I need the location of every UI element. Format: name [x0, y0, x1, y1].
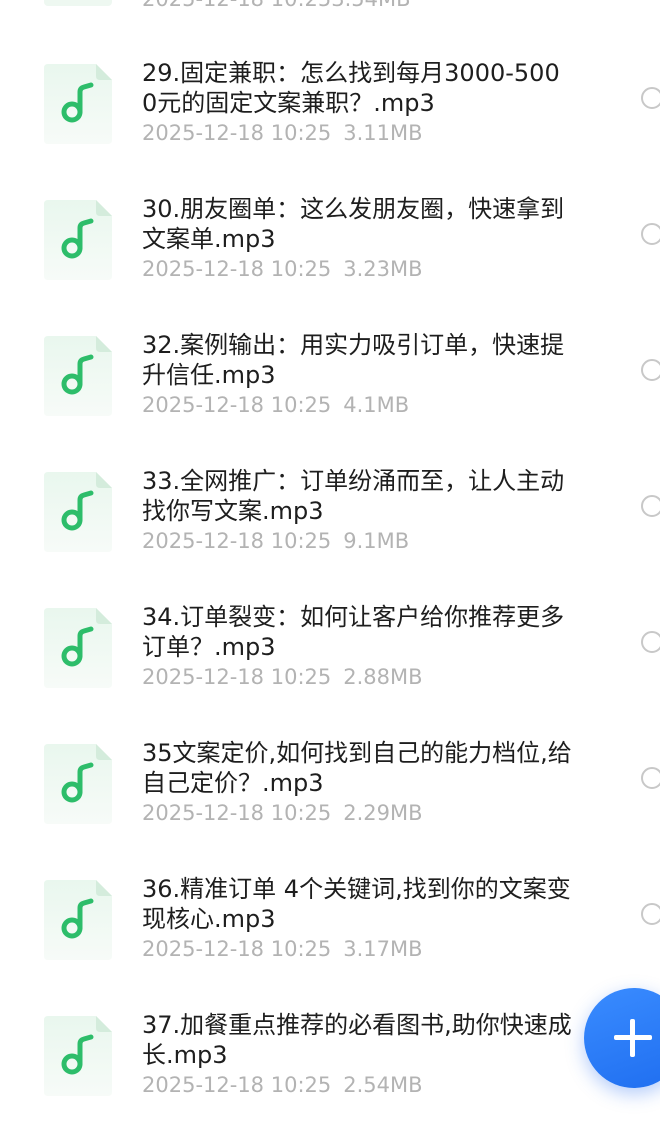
file-date: 2025-12-18 10:25 [142, 1073, 332, 1097]
music-file-icon [44, 64, 112, 144]
file-size: 3.11MB [343, 121, 423, 145]
file-row[interactable]: 36.精准订单 4个关键词,找到你的文案变现核心.mp3 2025-12-18 … [0, 875, 660, 1012]
file-name: 36.精准订单 4个关键词,找到你的文案变现核心.mp3 [142, 875, 571, 933]
music-file-icon [44, 744, 112, 824]
music-file-icon [44, 200, 112, 280]
file-row[interactable]: 30.朋友圈单：这么发朋友圈，快速拿到文案单.mp3 2025-12-18 10… [0, 195, 660, 332]
file-date: 2025-12-18 10:25 [142, 665, 332, 689]
select-radio[interactable] [641, 631, 660, 653]
file-meta: 2025-12-18 10:25 4.1MB [142, 392, 409, 418]
file-date: 2025-12-18 10:25 [142, 529, 332, 553]
file-name: 30.朋友圈单：这么发朋友圈，快速拿到文案单.mp3 [142, 195, 565, 253]
file-meta: 2025-12-18 10:25 3.23MB [142, 256, 423, 282]
file-size: 4.1MB [343, 393, 410, 417]
select-radio[interactable] [641, 87, 660, 109]
file-row[interactable]: 32.案例输出：用实力吸引订单，快速提升信任.mp3 2025-12-18 10… [0, 331, 660, 468]
select-radio[interactable] [641, 767, 660, 789]
music-file-icon [44, 0, 112, 6]
file-size: 3.54MB [331, 0, 410, 11]
file-meta: 2025-12-18 10:25 9.1MB [142, 528, 409, 554]
file-size: 9.1MB [343, 529, 410, 553]
select-radio[interactable] [641, 223, 660, 245]
file-name: 35文案定价,如何找到自己的能力档位,给自己定价？.mp3 [142, 739, 572, 797]
music-file-icon [44, 608, 112, 688]
music-file-icon [44, 472, 112, 552]
select-radio[interactable] [641, 495, 660, 517]
file-size: 2.29MB [343, 801, 423, 825]
file-date: 2025-12-18 10:25 [142, 257, 332, 281]
file-date: 2025-12-18 10:25 [142, 121, 332, 145]
music-file-icon [44, 880, 112, 960]
file-row[interactable]: 33.全网推广：订单纷涌而至，让人主动找你写文案.mp3 2025-12-18 … [0, 467, 660, 604]
file-date: 2025-12-18 10:25 [142, 393, 332, 417]
file-row[interactable]: 29.固定兼职：怎么找到每月3000-5000元的固定文案兼职？.mp3 202… [0, 59, 660, 196]
file-size: 2.88MB [343, 665, 423, 689]
file-name: 34.订单裂变：如何让客户给你推荐更多订单？.mp3 [142, 603, 565, 661]
file-date: 2025-12-18 10:25 [142, 0, 331, 11]
file-row[interactable]: 34.订单裂变：如何让客户给你推荐更多订单？.mp3 2025-12-18 10… [0, 603, 660, 740]
file-meta: 2025-12-18 10:25 2.54MB [142, 1072, 423, 1098]
file-list: 2025-12-18 10:253.54MB 29.固定兼职：怎么找到每月300… [0, 0, 660, 1124]
file-date: 2025-12-18 10:25 [142, 937, 332, 961]
file-row[interactable]: 35文案定价,如何找到自己的能力档位,给自己定价？.mp3 2025-12-18… [0, 739, 660, 876]
select-radio[interactable] [641, 359, 660, 381]
file-name: 32.案例输出：用实力吸引订单，快速提升信任.mp3 [142, 331, 565, 389]
file-name: 37.加餐重点推荐的必看图书,助你快速成长.mp3 [142, 1011, 572, 1069]
file-meta: 2025-12-18 10:25 2.88MB [142, 664, 423, 690]
file-meta: 2025-12-18 10:253.54MB [142, 0, 411, 12]
music-file-icon [44, 336, 112, 416]
file-meta: 2025-12-18 10:25 3.11MB [142, 120, 423, 146]
select-radio[interactable] [641, 903, 660, 925]
file-size: 2.54MB [343, 1073, 423, 1097]
file-name: 29.固定兼职：怎么找到每月3000-5000元的固定文案兼职？.mp3 [142, 59, 560, 117]
file-size: 3.17MB [343, 937, 423, 961]
file-name: 33.全网推广：订单纷涌而至，让人主动找你写文案.mp3 [142, 467, 565, 525]
file-size: 3.23MB [343, 257, 423, 281]
file-row[interactable]: 37.加餐重点推荐的必看图书,助你快速成长.mp3 2025-12-18 10:… [0, 1011, 660, 1148]
file-meta: 2025-12-18 10:25 3.17MB [142, 936, 423, 962]
file-meta: 2025-12-18 10:25 2.29MB [142, 800, 423, 826]
file-date: 2025-12-18 10:25 [142, 801, 332, 825]
music-file-icon [44, 1016, 112, 1096]
